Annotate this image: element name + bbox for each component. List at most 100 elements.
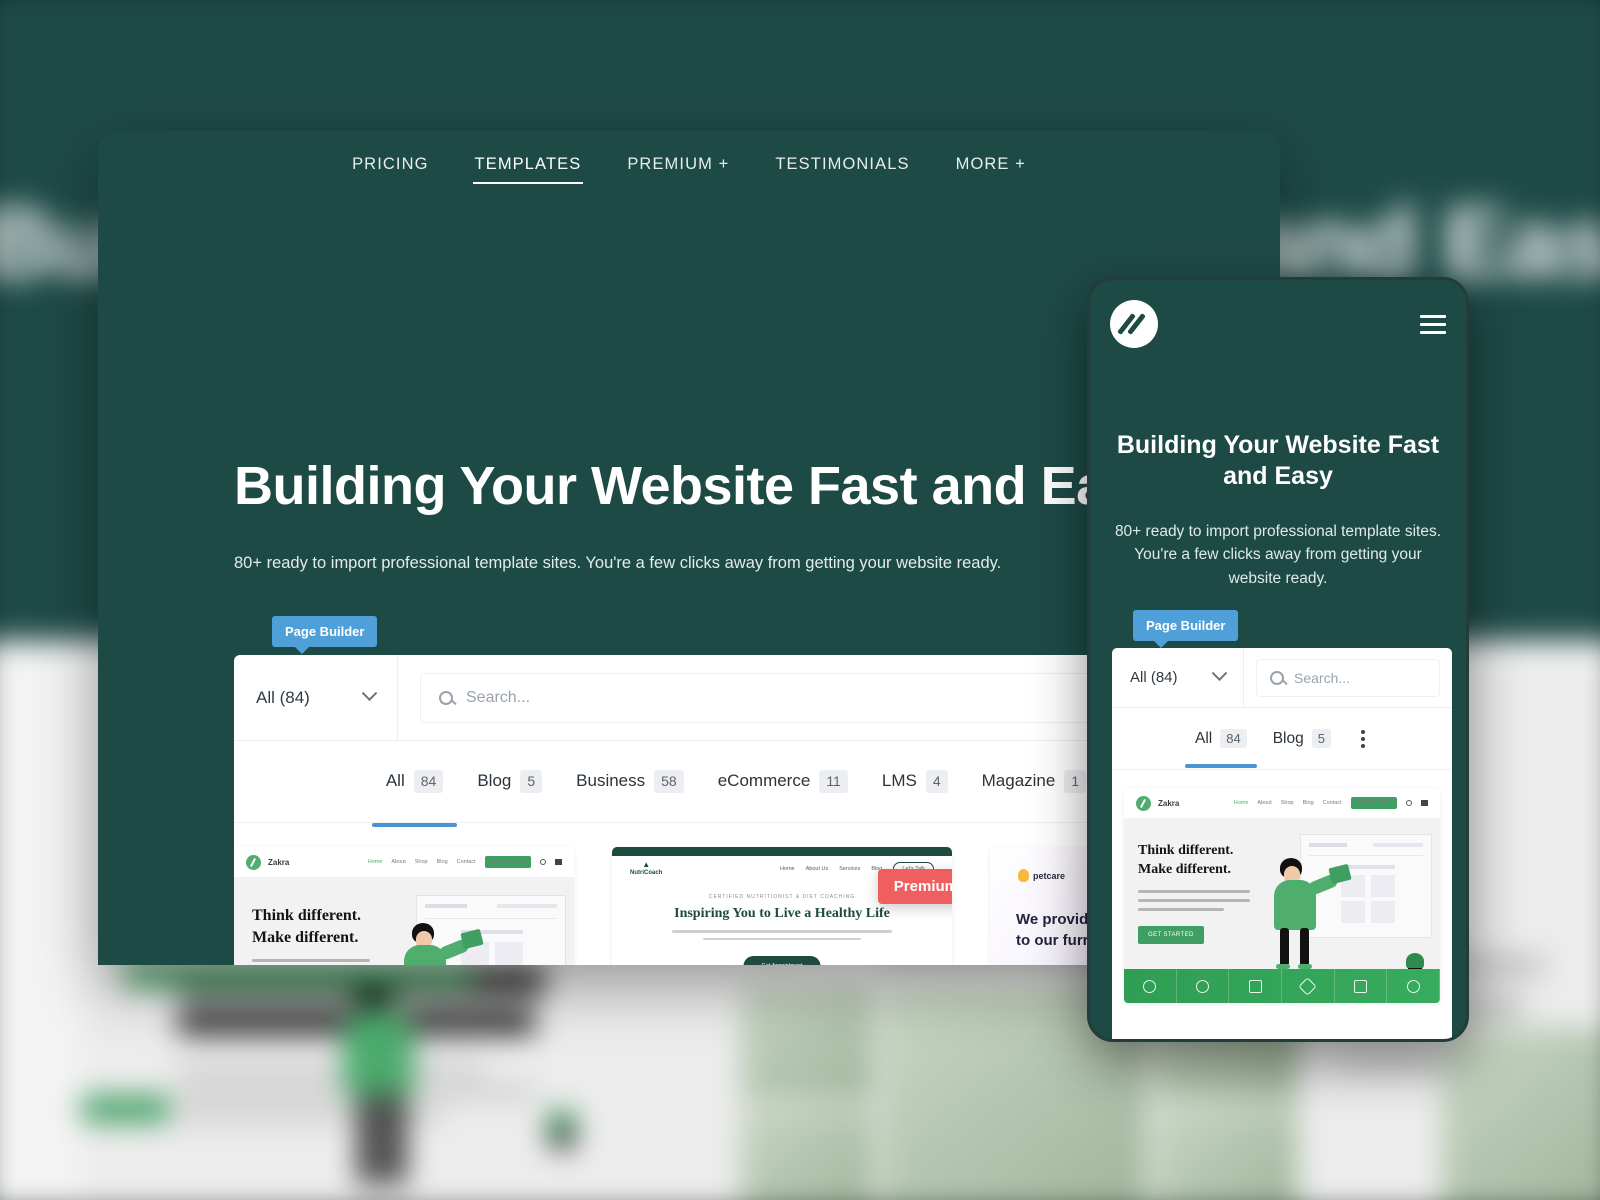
background-illustration xyxy=(385,1093,405,1186)
background-thumb xyxy=(1442,1028,1600,1200)
mini-site-brand: Zakra xyxy=(1158,798,1180,808)
mini-illustration-plant xyxy=(1406,953,1424,969)
search-placeholder: Search... xyxy=(466,688,531,706)
tab-label: Magazine xyxy=(981,771,1056,791)
background-thumb xyxy=(1154,1105,1298,1200)
mobile-tab-all[interactable]: All 84 xyxy=(1185,729,1257,768)
mini-nav-item: Shop xyxy=(1280,800,1294,806)
background-illustration xyxy=(359,1093,378,1186)
tab-count: 5 xyxy=(520,770,543,793)
search-icon xyxy=(540,859,546,865)
mobile-bottom-icon-bar xyxy=(1124,969,1440,1003)
mini-site-brand: petcare xyxy=(1018,869,1065,882)
hamburger-menu-icon[interactable] xyxy=(1420,314,1446,334)
tab-label: eCommerce xyxy=(717,771,811,791)
mini-illustration-person xyxy=(1300,928,1309,966)
mini-site-paragraph xyxy=(672,930,892,945)
mini-nav-item: About xyxy=(391,859,406,865)
tab-blog[interactable]: Blog 5 xyxy=(475,764,544,799)
background-thumb xyxy=(740,987,874,1100)
bell-icon xyxy=(1406,979,1420,993)
background-illustration xyxy=(343,1008,415,1096)
mini-download-button: DOWNLOAD xyxy=(484,856,531,868)
search-icon xyxy=(1406,800,1412,806)
mini-site-headline: Think different. Make different. xyxy=(252,905,361,948)
tab-label: Blog xyxy=(1272,729,1304,747)
mini-site-headline: Think different. Make different. xyxy=(1138,842,1233,880)
template-card[interactable]: Zakra Home About Shop Blog Contact DOWNL… xyxy=(234,847,574,965)
tab-count: 58 xyxy=(654,770,684,793)
main-navigation: PRICING TEMPLATES PREMIUM + TESTIMONIALS… xyxy=(98,131,1280,197)
tab-count: 11 xyxy=(819,770,848,793)
background-illustration xyxy=(551,1132,574,1149)
zakra-logo-icon xyxy=(1136,795,1151,811)
paw-icon xyxy=(1018,869,1029,882)
zakra-logo-icon xyxy=(246,854,261,870)
template-card[interactable]: Premium ▲ NutriCoach Home About Us Servic… xyxy=(612,847,952,965)
nav-item-pricing[interactable]: PRICING xyxy=(350,149,430,180)
mini-illustration-person xyxy=(1280,928,1289,966)
tab-count: 1 xyxy=(1064,770,1087,793)
nav-item-more[interactable]: MORE + xyxy=(954,149,1028,180)
category-dropdown-value: All (84) xyxy=(256,687,310,707)
mobile-category-tabs: All 84 Blog 5 xyxy=(1112,708,1452,770)
hero-title: Building Your Website Fast and Easy xyxy=(234,456,1165,516)
mini-headline-line1: Think different. xyxy=(252,907,362,924)
mini-nav-item: About xyxy=(1257,800,1272,806)
cup-icon xyxy=(1248,979,1262,993)
mobile-search-input[interactable]: Search... xyxy=(1256,658,1440,697)
cart-icon xyxy=(555,859,562,865)
nav-item-templates[interactable]: TEMPLATES xyxy=(472,149,584,184)
bottom-icon-lightbulb[interactable] xyxy=(1177,969,1230,1003)
bottom-icon-cup[interactable] xyxy=(1229,969,1283,1003)
mobile-search-placeholder: Search... xyxy=(1294,669,1351,686)
mobile-tab-blog[interactable]: Blog 5 xyxy=(1273,729,1331,748)
tab-lms[interactable]: LMS 4 xyxy=(880,764,950,799)
mini-site-body: Think different. Make different. GET STA… xyxy=(1124,818,1440,983)
tab-label: Blog xyxy=(477,771,512,791)
category-dropdown[interactable]: All (84) xyxy=(234,655,398,740)
mini-headline-line2: Make different. xyxy=(1138,861,1232,877)
mobile-more-options-icon[interactable] xyxy=(1357,726,1369,752)
bottom-icon-chart[interactable] xyxy=(1282,969,1335,1003)
mini-nav-item: Contact xyxy=(1322,800,1342,806)
mini-site-paragraph xyxy=(1138,890,1258,917)
search-icon xyxy=(1270,670,1284,685)
zakra-logo-icon[interactable] xyxy=(1110,300,1158,348)
mini-headline-line2: Make different. xyxy=(252,928,359,946)
mobile-header xyxy=(1110,298,1446,350)
mini-site-header: Zakra Home About Shop Blog Contact DOWNL… xyxy=(1124,788,1440,818)
background-thumb xyxy=(740,1105,874,1200)
mini-brand-text: petcare xyxy=(1033,870,1066,881)
mini-nav-item: Shop xyxy=(414,859,428,865)
bottom-icon-bell[interactable] xyxy=(1387,969,1440,1003)
mobile-template-card[interactable]: Zakra Home About Shop Blog Contact DOWNL… xyxy=(1124,788,1440,1003)
search-icon xyxy=(1143,979,1157,993)
tab-label: LMS xyxy=(881,771,917,791)
mini-nav-item: Blog xyxy=(1302,800,1314,806)
chevron-down-icon xyxy=(361,685,378,702)
mini-nav-item: Contact xyxy=(456,859,476,865)
mobile-search-area: Search... xyxy=(1244,648,1452,707)
tab-business[interactable]: Business 58 xyxy=(574,764,686,799)
tab-magazine[interactable]: Magazine 1 xyxy=(980,764,1089,799)
bottom-icon-pencil[interactable] xyxy=(1335,969,1388,1003)
page-builder-badge: Page Builder xyxy=(272,616,378,654)
tab-count: 84 xyxy=(413,770,444,793)
nav-item-testimonials[interactable]: TESTIMONIALS xyxy=(773,149,911,180)
tab-count: 4 xyxy=(925,770,948,793)
mini-site-topbar xyxy=(612,847,952,856)
tab-ecommerce[interactable]: eCommerce 11 xyxy=(716,764,850,799)
mini-site-body: Think different. Make different. GET STA… xyxy=(234,877,574,965)
chart-icon xyxy=(1298,976,1318,996)
tab-all[interactable]: All 84 xyxy=(371,764,458,827)
search-icon xyxy=(439,690,453,705)
mini-nav-item: Blog xyxy=(436,859,448,865)
pencil-icon xyxy=(1354,979,1368,993)
mobile-category-dropdown[interactable]: All (84) xyxy=(1112,648,1244,707)
cart-icon xyxy=(1421,800,1428,806)
mobile-hero-title: Building Your Website Fast and Easy xyxy=(1116,431,1440,491)
bottom-icon-search[interactable] xyxy=(1124,969,1177,1003)
mini-nav-item: About Us xyxy=(805,866,829,872)
nav-item-premium[interactable]: PREMIUM + xyxy=(625,149,731,180)
